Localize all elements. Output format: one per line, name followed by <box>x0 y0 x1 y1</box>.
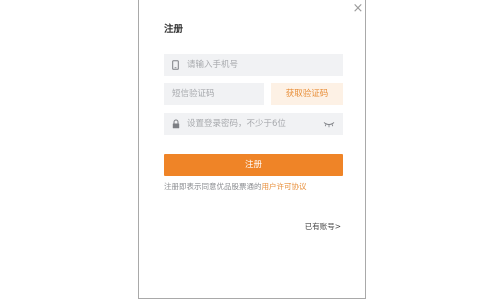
register-button[interactable]: 注册 <box>164 154 343 176</box>
password-placeholder: 设置登录密码，不少于6位 <box>187 119 286 129</box>
dialog-title: 注册 <box>164 24 184 35</box>
lock-icon <box>172 119 180 129</box>
eye-closed-icon[interactable] <box>323 121 335 128</box>
agreement-note: 注册即表示同意优品股票通的用户许可协议 <box>164 181 307 192</box>
login-link[interactable]: 已有账号> <box>305 221 341 232</box>
phone-icon <box>172 60 179 70</box>
agreement-text: 注册即表示同意优品股票通的 <box>164 182 262 191</box>
phone-placeholder: 请输入手机号 <box>187 60 239 70</box>
sms-code-input[interactable]: 短信验证码 <box>164 83 264 105</box>
user-agreement-link[interactable]: 用户许可协议 <box>262 182 307 191</box>
phone-input[interactable]: 请输入手机号 <box>164 54 343 76</box>
close-icon[interactable]: × <box>352 2 364 15</box>
register-dialog: × 注册 请输入手机号 短信验证码 获取验证码 设置登录密码，不少于6位 注册 … <box>138 0 366 299</box>
send-code-button[interactable]: 获取验证码 <box>271 83 343 105</box>
sms-code-placeholder: 短信验证码 <box>172 89 215 99</box>
password-input[interactable]: 设置登录密码，不少于6位 <box>164 113 343 135</box>
